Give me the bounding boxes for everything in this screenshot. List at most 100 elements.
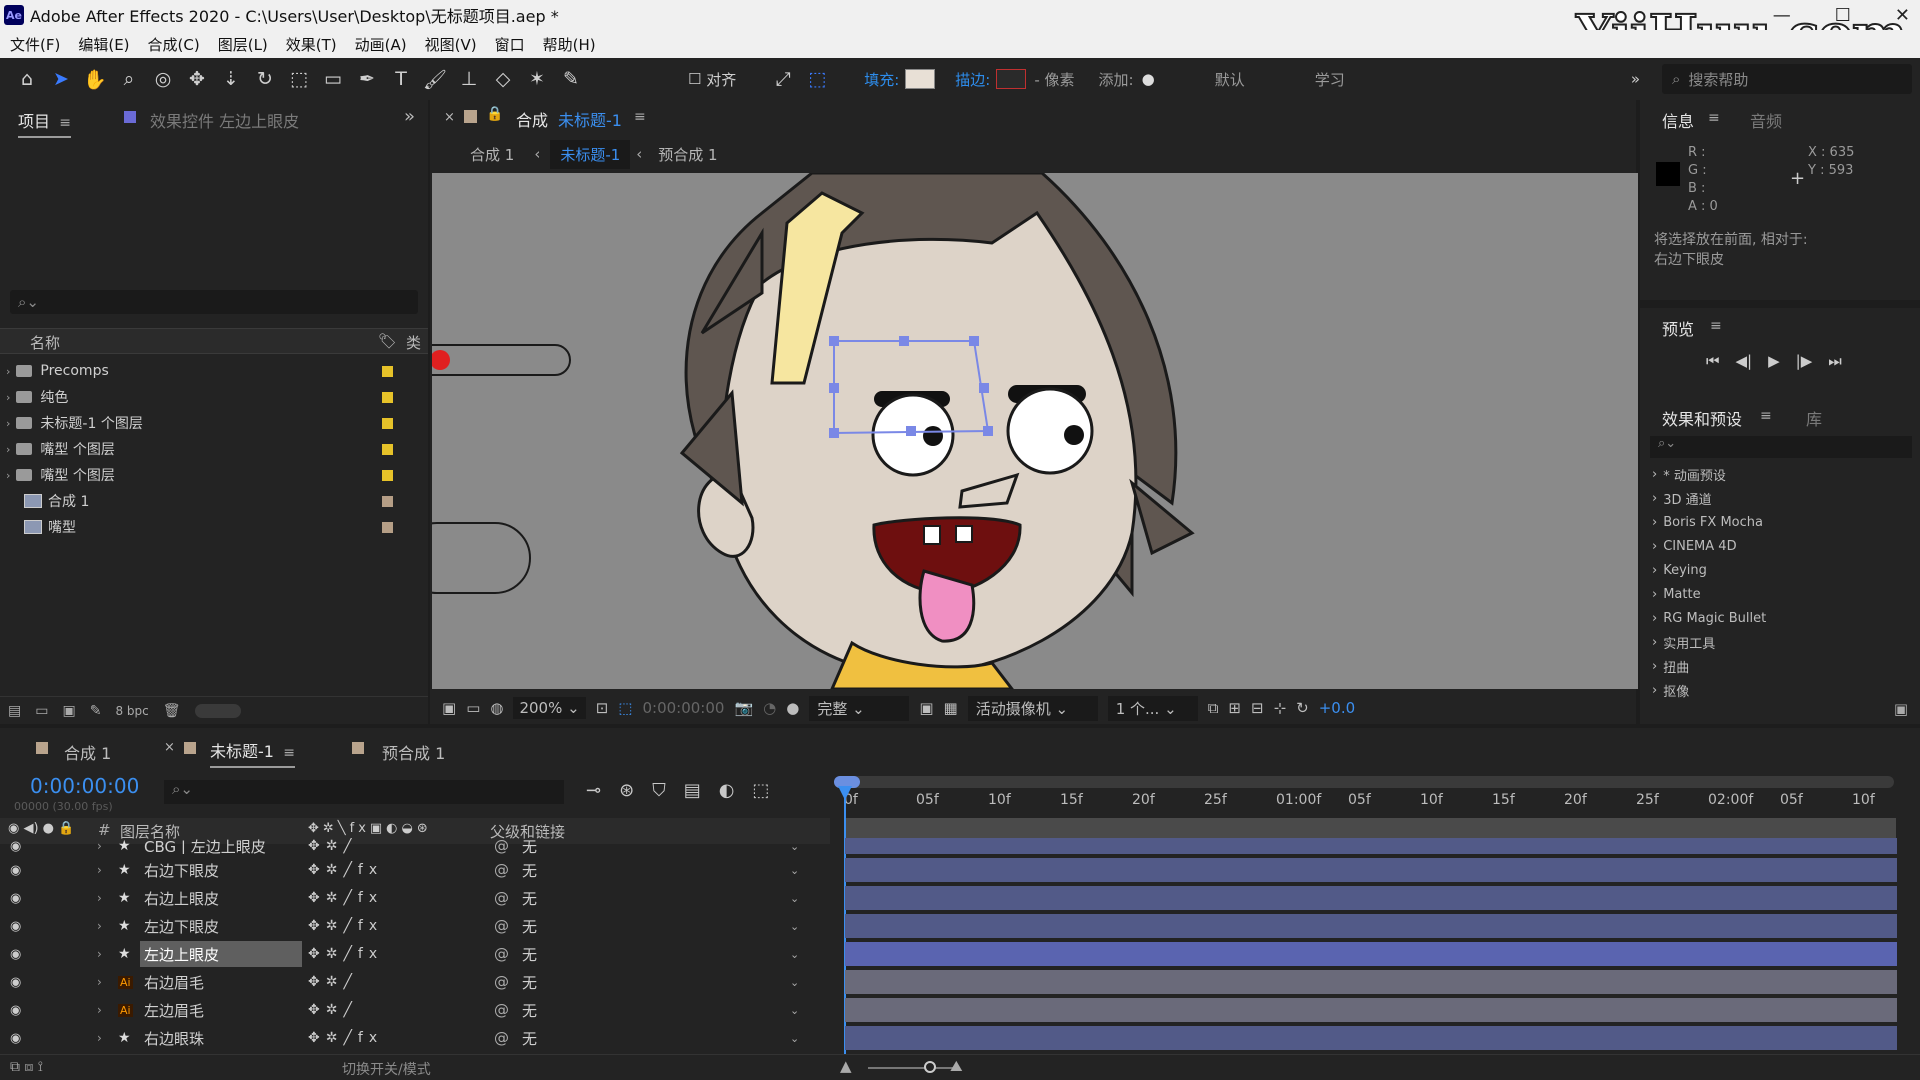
visibility-eye-icon[interactable]: ◉ — [10, 919, 21, 934]
timeline-tab-comp-1[interactable]: 合成 1 — [64, 740, 111, 764]
layer-name[interactable]: 左边眉毛 — [140, 997, 302, 1023]
layer-switches[interactable]: ✥✲╱fx — [308, 862, 383, 878]
expand-chevron-icon[interactable]: › — [97, 839, 102, 853]
zoom-select[interactable]: 200% ⌄ — [513, 697, 586, 719]
chevron-down-icon[interactable]: ⌄ — [790, 948, 799, 961]
current-time[interactable]: 0:00:00:00 — [642, 699, 724, 717]
snapping-icon[interactable]: ⬚ — [800, 62, 834, 96]
label-column-icon[interactable]: 🏷 — [378, 332, 397, 350]
layer-search-input[interactable]: ⌕⌄ — [164, 780, 564, 804]
expand-chevron-icon[interactable]: › — [97, 919, 102, 933]
first-frame-icon[interactable]: ⏮ — [1706, 352, 1720, 370]
monitor-icon[interactable]: ▭ — [466, 699, 480, 717]
visibility-eye-icon[interactable]: ◉ — [10, 863, 21, 878]
parent-select-value[interactable]: 无 — [522, 1000, 537, 1021]
breadcrumb-comp-1[interactable]: 合成 1 — [470, 144, 514, 165]
pan-behind-tool-icon[interactable]: ⬚ — [282, 62, 316, 96]
show-snapshot-icon[interactable]: ◔ — [763, 699, 776, 717]
thumbnail-slider[interactable] — [194, 703, 241, 718]
snapshot-icon[interactable]: 📷 — [734, 699, 753, 717]
zoom-in-icon[interactable]: ⛰ — [950, 1057, 963, 1075]
region-of-interest-icon[interactable]: ⬚ — [618, 699, 632, 717]
fit-icon[interactable]: ⊡ — [596, 699, 609, 717]
timeline-tab-untitled-1[interactable]: 未标题-1 — [210, 742, 274, 761]
comp-menu-icon[interactable]: ≡ — [634, 109, 646, 125]
layer-duration-bar[interactable] — [845, 838, 1897, 854]
layer-row[interactable]: ◉ › ★ CBG | 左边上眼皮 ✥✲╱ @ 无 ⌄ — [0, 838, 1920, 854]
audio-tab[interactable]: 音频 — [1750, 108, 1782, 132]
project-tab[interactable]: 项目 — [18, 112, 50, 131]
bpc-label[interactable]: 8 bpc — [115, 704, 148, 718]
exposure-value[interactable]: +0.0 — [1319, 699, 1355, 717]
adjust-settings-icon[interactable]: ✎ — [90, 703, 102, 719]
expand-chevron-icon[interactable]: › — [6, 417, 10, 430]
layer-name[interactable]: 右边下眼皮 — [140, 857, 302, 883]
align-checkbox[interactable]: ☐ 对齐 — [688, 62, 736, 96]
project-item[interactable]: 嘴型 — [0, 514, 428, 540]
effects-category[interactable]: › Matte — [1640, 582, 1900, 606]
project-item[interactable]: › 纯色 — [0, 384, 428, 410]
project-item[interactable]: › 未标题-1 个图层 — [0, 410, 428, 436]
parent-select-value[interactable]: 无 — [522, 888, 537, 909]
parent-select-value[interactable]: 无 — [522, 944, 537, 965]
effects-search-input[interactable]: ⌕⌄ — [1650, 436, 1912, 458]
parent-select-value[interactable]: 无 — [522, 860, 537, 881]
visibility-eye-icon[interactable]: ◉ — [10, 839, 21, 854]
menu-composition[interactable]: 合成(C) — [148, 34, 200, 55]
pick-whip-icon[interactable]: @ — [494, 1001, 509, 1019]
layer-switches[interactable]: ✥✲╱ — [308, 1002, 358, 1018]
layer-duration-bar[interactable] — [845, 942, 1897, 966]
library-tab[interactable]: 库 — [1806, 406, 1822, 430]
layer-row[interactable]: ◉ › Ai 左边眉毛 ✥✲╱ @ 无 ⌄ — [0, 996, 1920, 1024]
layer-row[interactable]: ◉ › ★ 右边眼珠 ✥✲╱fx @ 无 ⌄ — [0, 1024, 1920, 1052]
footer-icons[interactable]: ⧉ ⧈ ⟟ — [10, 1059, 43, 1075]
effects-category[interactable]: › 扭曲 — [1640, 654, 1900, 678]
effects-category[interactable]: › Keying — [1640, 558, 1900, 582]
dolly-camera-icon[interactable]: ⇣ — [214, 62, 248, 96]
label-color-chip[interactable] — [382, 495, 393, 507]
chevron-down-icon[interactable]: ⌄ — [790, 1004, 799, 1017]
previous-frame-icon[interactable]: ◀| — [1736, 352, 1753, 370]
expand-chevron-icon[interactable]: › — [97, 1003, 102, 1017]
layer-row[interactable]: ◉ › Ai 右边眉毛 ✥✲╱ @ 无 ⌄ — [0, 968, 1920, 996]
expand-chevron-icon[interactable]: › — [6, 391, 10, 404]
close-tab-icon[interactable]: × — [444, 110, 455, 125]
effects-category[interactable]: › 实用工具 — [1640, 630, 1900, 654]
flowchart-icon[interactable]: ⊹ — [1274, 699, 1287, 717]
orbit-camera-icon[interactable]: ◎ — [146, 62, 180, 96]
toggle-pixel-aspect-icon[interactable]: ⧉ — [1208, 699, 1219, 717]
stroke-color-swatch[interactable] — [996, 69, 1027, 89]
effects-category[interactable]: › CINEMA 4D — [1640, 534, 1900, 558]
preview-tab[interactable]: 预览 — [1662, 316, 1694, 340]
breadcrumb-untitled-1[interactable]: 未标题-1 — [550, 139, 631, 169]
zoom-tool-icon[interactable]: ⌕ — [112, 62, 146, 96]
color-channel-icon[interactable]: ● — [786, 699, 799, 717]
trash-icon[interactable]: 🗑 — [163, 703, 181, 719]
effects-category[interactable]: › 3D 通道 — [1640, 486, 1900, 510]
label-color-chip[interactable] — [382, 521, 393, 533]
column-name[interactable]: 名称 — [30, 332, 60, 353]
parent-select-value[interactable]: 无 — [522, 916, 537, 937]
workspace-default[interactable]: 默认 — [1215, 69, 1245, 90]
clone-stamp-icon[interactable]: ⊥ — [452, 62, 486, 96]
label-color-chip[interactable] — [382, 391, 393, 403]
reset-exposure-icon[interactable]: ⊞ — [1228, 699, 1241, 717]
project-item[interactable]: › Precomps — [0, 358, 428, 384]
fast-preview-icon[interactable]: ▣ — [919, 699, 933, 717]
layer-row[interactable]: ◉ › ★ 左边上眼皮 ✥✲╱fx @ 无 ⌄ — [0, 940, 1920, 968]
pick-whip-icon[interactable]: @ — [494, 945, 509, 963]
preview-menu-icon[interactable]: ≡ — [1710, 318, 1722, 334]
resolution-select[interactable]: 完整 ⌄ — [809, 695, 910, 721]
layer-switches[interactable]: ✥✲╱fx — [308, 890, 383, 906]
info-tab[interactable]: 信息 — [1662, 108, 1694, 132]
pan-camera-icon[interactable]: ✥ — [180, 62, 214, 96]
reset-icon[interactable]: ↻ — [1296, 699, 1309, 717]
effect-controls-tab[interactable]: 效果控件 左边上眼皮 — [150, 108, 299, 132]
layer-switches[interactable]: ✥✲╱fx — [308, 946, 383, 962]
label-column-icon[interactable]: # — [98, 821, 111, 839]
expand-chevron-icon[interactable]: › — [6, 365, 10, 378]
shy-layers-icon[interactable]: ⛉ — [652, 780, 666, 801]
layer-name[interactable]: 右边眉毛 — [140, 969, 302, 995]
effects-category[interactable]: › RG Magic Bullet — [1640, 606, 1900, 630]
camera-select[interactable]: 活动摄像机 ⌄ — [967, 695, 1098, 721]
